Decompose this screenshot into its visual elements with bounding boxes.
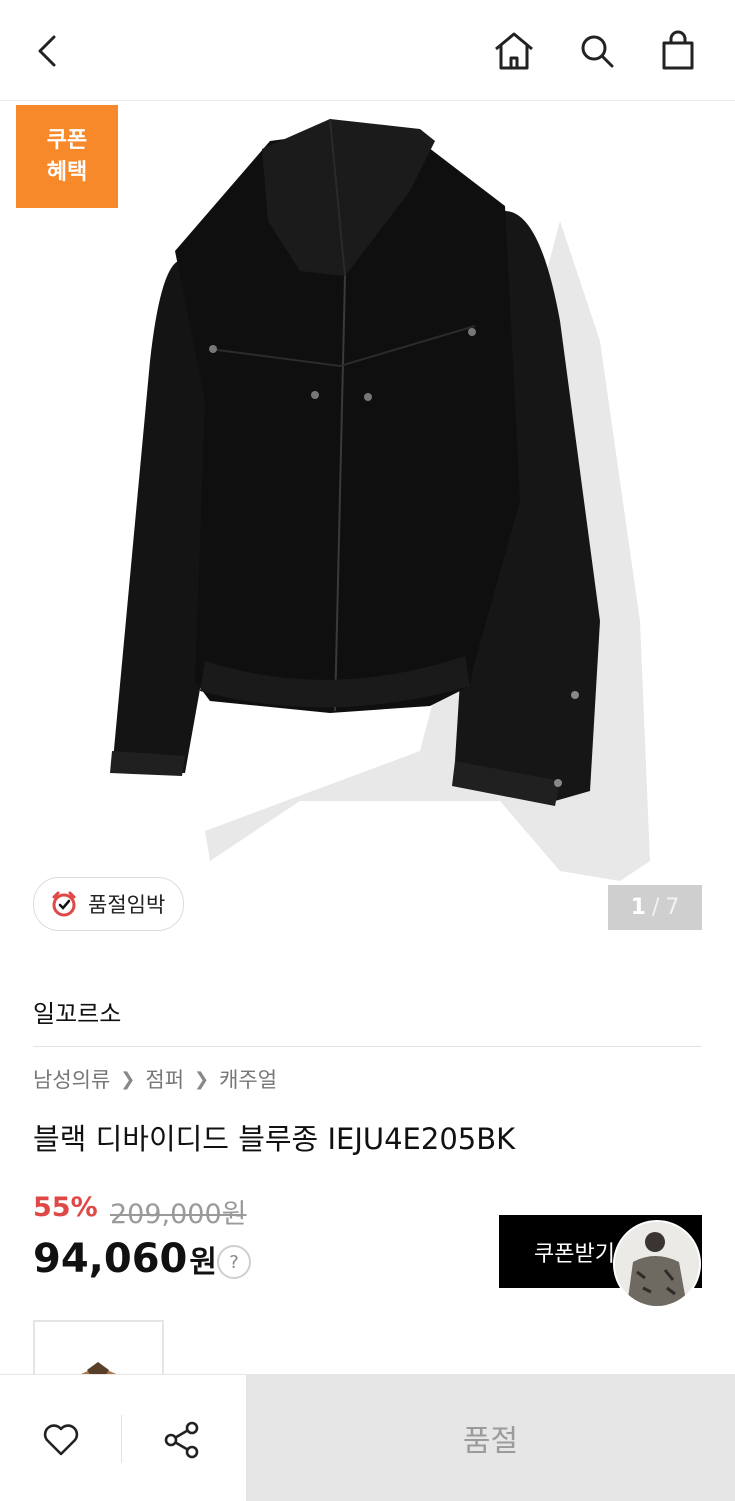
- breadcrumb: 남성의류 ❯ 점퍼 ❯ 캐주얼: [33, 1064, 277, 1094]
- coupon-tag-line1: 쿠폰: [46, 127, 88, 153]
- chevron-right-icon: ❯: [120, 1068, 136, 1090]
- back-button[interactable]: [22, 26, 72, 76]
- home-button[interactable]: [489, 26, 539, 76]
- divider: [33, 1046, 702, 1047]
- top-header: [0, 0, 735, 101]
- price-help-button[interactable]: ?: [217, 1245, 251, 1279]
- product-image-gallery[interactable]: 쿠폰 혜택 품절임박 1 / 7: [0, 101, 735, 951]
- page-separator: /: [651, 895, 660, 920]
- page-current: 1: [630, 895, 646, 920]
- get-coupon-label: 쿠폰받기: [534, 1241, 615, 1267]
- product-title: 블랙 디바이디드 블루종 IEJU4E205BK: [33, 1122, 516, 1156]
- sale-price-number: 94,060: [33, 1236, 188, 1282]
- share-button[interactable]: [152, 1415, 212, 1465]
- cart-button[interactable]: [653, 26, 703, 76]
- product-image: [110, 118, 650, 881]
- alarm-clock-icon: [52, 891, 76, 917]
- coupon-tag-line2: 혜택: [46, 159, 88, 185]
- coupon-benefit-tag[interactable]: 쿠폰 혜택: [16, 105, 118, 208]
- original-price: 209,000원: [110, 1199, 247, 1230]
- soldout-button-label: 품절: [462, 1424, 519, 1459]
- floating-avatar[interactable]: [613, 1220, 701, 1308]
- avatar-image: [615, 1222, 699, 1306]
- soldout-button[interactable]: 품절: [246, 1375, 735, 1501]
- discount-rate: 55%: [33, 1192, 98, 1223]
- soldout-chip-label: 품절임박: [88, 893, 166, 917]
- search-icon: [581, 35, 614, 68]
- search-button[interactable]: [572, 26, 622, 76]
- breadcrumb-item[interactable]: 점퍼: [145, 1064, 184, 1094]
- home-icon: [495, 32, 533, 70]
- breadcrumb-item[interactable]: 캐주얼: [219, 1064, 277, 1094]
- image-page-indicator: 1 / 7: [608, 885, 702, 930]
- bottom-action-bar: 품절: [0, 1374, 735, 1501]
- wishlist-button[interactable]: [31, 1415, 91, 1465]
- soldout-imminent-chip: 품절임박: [33, 877, 185, 931]
- breadcrumb-item[interactable]: 남성의류: [33, 1064, 110, 1094]
- chevron-right-icon: ❯: [194, 1068, 210, 1090]
- heart-icon: [43, 1424, 79, 1456]
- page-total: 7: [665, 895, 680, 920]
- brand-name[interactable]: 일꼬르소: [33, 994, 121, 1029]
- shopping-bag-icon: [662, 30, 694, 70]
- bottom-bar-separator: [121, 1415, 122, 1463]
- sale-price-unit: 원: [189, 1245, 217, 1280]
- share-icon: [164, 1421, 199, 1459]
- sale-price: 94,060 원: [33, 1236, 217, 1282]
- chevron-left-icon: [38, 35, 56, 67]
